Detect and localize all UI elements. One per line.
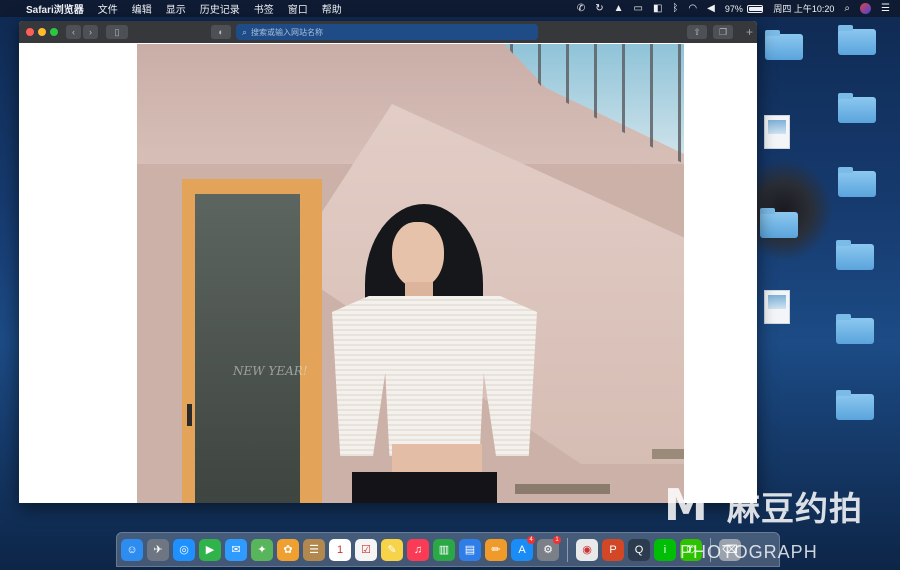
watermark-brand-en: PHOTOGRAPH — [680, 542, 818, 562]
spotlight-search-icon[interactable]: ⌕ — [844, 0, 850, 17]
image-file-icon[interactable] — [764, 290, 790, 324]
menu-bar: Safari浏览器 文件 编辑 显示 历史记录 书签 窗口 帮助 ✆ ↻ ▲ ▭… — [0, 0, 900, 17]
sidebar-toggle-button[interactable]: ▯ — [106, 25, 128, 39]
close-window-button[interactable] — [26, 28, 34, 36]
address-input[interactable] — [251, 27, 512, 37]
safari-icon[interactable]: ◎ — [173, 538, 195, 561]
folder-icon[interactable] — [838, 167, 876, 197]
battery-status[interactable]: 97% — [725, 4, 764, 14]
dock-badge: 1 — [553, 535, 561, 544]
menu-window[interactable]: 窗口 — [288, 1, 308, 16]
menu-help[interactable]: 帮助 — [322, 1, 342, 16]
battery-icon — [747, 5, 764, 14]
screen-record-icon[interactable]: ◧ — [653, 0, 662, 17]
vector-status-icon[interactable]: ▲ — [614, 0, 624, 17]
watermark-logo: M — [664, 480, 708, 531]
folder-icon[interactable] — [836, 390, 874, 420]
photo-door — [195, 194, 300, 503]
numbers-icon[interactable]: ▥ — [433, 538, 455, 561]
new-tab-button[interactable]: + — [746, 26, 753, 38]
status-area: ✆ ↻ ▲ ▭ ◧ ᛒ ◠ ◀ 97% 周四 上午10:20 ⌕ ☰ — [577, 0, 890, 17]
messages-icon[interactable]: ✉ — [225, 538, 247, 561]
safari-toolbar: ‹ › ▯ ◐ ⌕ ⇧ ❐ + — [19, 21, 757, 43]
folder-icon[interactable] — [838, 93, 876, 123]
launchpad-icon[interactable]: ✈ — [147, 538, 169, 561]
app-store-icon[interactable]: A4 — [511, 535, 535, 561]
iqiyi-icon[interactable]: i — [654, 538, 676, 561]
forward-button[interactable]: › — [83, 25, 98, 39]
keynote-icon[interactable]: ▤ — [459, 538, 481, 561]
clock[interactable]: 周四 上午10:20 — [773, 2, 834, 15]
folder-icon[interactable] — [836, 314, 874, 344]
calendar-icon[interactable]: 1 — [329, 538, 351, 561]
share-button[interactable]: ⇧ — [687, 25, 707, 39]
address-bar[interactable]: ⌕ — [236, 24, 538, 40]
bluetooth-icon[interactable]: ᛒ — [672, 0, 678, 17]
photo-pants — [352, 472, 497, 503]
powerpoint-icon[interactable]: P — [602, 538, 624, 561]
dock-badge: 4 — [527, 535, 535, 544]
watermark-brand: 麻豆约拍 — [727, 490, 863, 527]
system-preferences-icon[interactable]: ⚙ 1 — [537, 535, 561, 561]
finder-icon[interactable]: ☺ — [121, 538, 143, 561]
sync-status-icon[interactable]: ↻ — [595, 0, 603, 17]
photo-shirt — [332, 296, 537, 456]
search-icon: ⌕ — [242, 26, 248, 37]
folder-icon[interactable] — [838, 25, 876, 55]
menu-view[interactable]: 显示 — [166, 1, 186, 16]
menu-edit[interactable]: 编辑 — [132, 1, 152, 16]
photo-door-handle — [187, 404, 192, 426]
image-file-icon[interactable] — [764, 115, 790, 149]
minimize-window-button[interactable] — [38, 28, 46, 36]
volume-icon[interactable]: ◀ — [707, 0, 715, 17]
facetime-icon[interactable]: ▶ — [199, 538, 221, 561]
photos-icon[interactable]: ✿ — [277, 538, 299, 561]
menu-bookmarks[interactable]: 书签 — [254, 1, 274, 16]
reminders-icon[interactable]: ☑ — [355, 538, 377, 561]
web-photo: NEW YEAR! — [137, 44, 684, 503]
maps-icon[interactable]: ✦ — [251, 538, 273, 561]
wechat-status-icon[interactable]: ✆ — [577, 0, 585, 17]
airplay-icon[interactable]: ▭ — [634, 0, 643, 17]
folder-icon[interactable] — [760, 208, 798, 238]
battery-percent: 97% — [724, 3, 743, 14]
user-avatar[interactable] — [860, 3, 872, 14]
back-button[interactable]: ‹ — [66, 25, 81, 39]
music-icon[interactable]: ♫ — [407, 538, 429, 561]
folder-icon[interactable] — [765, 30, 803, 60]
notes-icon[interactable]: ✎ — [381, 538, 403, 561]
reader-toggle-button[interactable]: ◐ — [211, 25, 231, 39]
contacts-icon[interactable]: ☰ — [303, 538, 325, 561]
notification-center-icon[interactable]: ☰ — [881, 0, 890, 17]
photo-door-text: NEW YEAR! — [233, 364, 308, 378]
chrome-icon[interactable]: ◉ — [576, 538, 598, 561]
menu-file[interactable]: 文件 — [98, 1, 118, 16]
pages-icon[interactable]: ✏ — [485, 538, 507, 561]
menu-history[interactable]: 历史记录 — [200, 1, 240, 16]
quicktime-icon[interactable]: Q — [628, 538, 650, 561]
show-tabs-button[interactable]: ❐ — [713, 25, 733, 39]
zoom-window-button[interactable] — [50, 28, 58, 36]
dock-separator — [567, 537, 568, 562]
safari-window: ‹ › ▯ ◐ ⌕ ⇧ ❐ + NEW YEAR! — [19, 21, 757, 503]
menu-app-name[interactable]: Safari浏览器 — [26, 1, 84, 16]
folder-icon[interactable] — [836, 240, 874, 270]
photo-bench — [515, 484, 610, 494]
menu-items: Safari浏览器 文件 编辑 显示 历史记录 书签 窗口 帮助 — [26, 1, 342, 16]
photo-face — [392, 222, 444, 288]
wifi-icon[interactable]: ◠ — [688, 0, 697, 17]
photo-bench-right — [652, 449, 684, 459]
